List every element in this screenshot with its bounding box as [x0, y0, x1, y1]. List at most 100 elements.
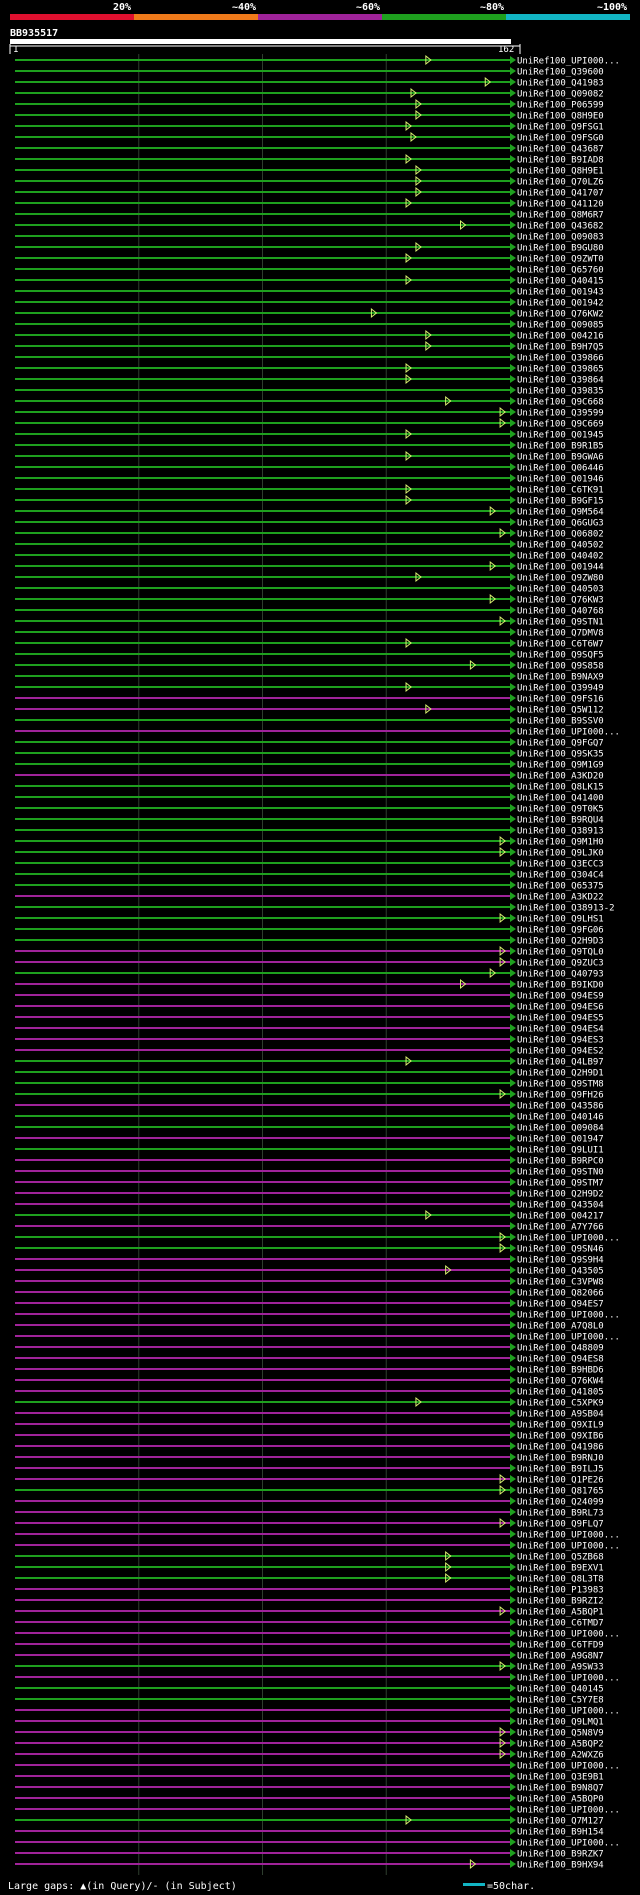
alignment-row[interactable]: UniRef100_Q9T0K5 [15, 804, 604, 815]
alignment-row[interactable]: UniRef100_Q94ES2 [15, 1046, 604, 1057]
alignment-row[interactable]: UniRef100_Q43505 [15, 1264, 604, 1277]
alignment-row[interactable]: UniRef100_Q41400 [15, 793, 604, 804]
alignment-row[interactable]: UniRef100_UPI000... [15, 54, 620, 67]
alignment-row[interactable]: UniRef100_Q9XIL9 [15, 1420, 604, 1431]
alignment-row[interactable]: UniRef100_Q9SK35 [15, 749, 604, 760]
alignment-row[interactable]: UniRef100_B9HX94 [15, 1858, 604, 1871]
alignment-row[interactable]: UniRef100_A3KD20 [15, 771, 604, 782]
alignment-row[interactable]: UniRef100_Q304C4 [15, 870, 604, 881]
alignment-row[interactable]: UniRef100_Q43586 [15, 1101, 604, 1112]
alignment-row[interactable]: UniRef100_C6TK91 [15, 483, 604, 496]
alignment-row[interactable]: UniRef100_B9GWA6 [15, 450, 604, 463]
alignment-row[interactable]: UniRef100_B9NAX9 [15, 672, 604, 683]
alignment-row[interactable]: UniRef100_Q9S858 [15, 659, 604, 672]
alignment-row[interactable]: UniRef100_Q9STM7 [15, 1178, 604, 1189]
alignment-row[interactable]: UniRef100_Q9M1G9 [15, 760, 604, 771]
alignment-row[interactable]: UniRef100_C3VPW8 [15, 1277, 604, 1288]
alignment-row[interactable]: UniRef100_Q9M564 [15, 505, 604, 518]
alignment-row[interactable]: UniRef100_Q39835 [15, 386, 604, 397]
alignment-row[interactable]: UniRef100_Q9TQL0 [15, 945, 604, 958]
alignment-row[interactable]: UniRef100_A5BQP1 [15, 1605, 604, 1618]
alignment-row[interactable]: UniRef100_Q9FLQ7 [15, 1517, 604, 1530]
alignment-row[interactable]: UniRef100_B9IAD8 [15, 153, 604, 166]
alignment-row[interactable]: UniRef100_Q2H9D3 [15, 936, 604, 947]
alignment-row[interactable]: UniRef100_Q40145 [15, 1684, 604, 1695]
alignment-row[interactable]: UniRef100_C6TFD9 [15, 1640, 604, 1651]
alignment-row[interactable]: UniRef100_UPI000... [15, 1629, 620, 1640]
alignment-row[interactable]: UniRef100_Q24099 [15, 1497, 604, 1508]
alignment-row[interactable]: UniRef100_Q9LMQ1 [15, 1717, 604, 1728]
alignment-row[interactable]: UniRef100_Q9C668 [15, 395, 604, 408]
alignment-row[interactable]: UniRef100_UPI000... [15, 1332, 620, 1343]
alignment-row[interactable]: UniRef100_UPI000... [15, 1673, 620, 1684]
alignment-row[interactable]: UniRef100_Q38913 [15, 826, 604, 837]
alignment-row[interactable]: UniRef100_Q5W112 [15, 703, 604, 716]
alignment-row[interactable]: UniRef100_B9ILJ5 [15, 1464, 604, 1475]
alignment-row[interactable]: UniRef100_B9IKD0 [15, 978, 604, 991]
alignment-row[interactable]: UniRef100_Q40502 [15, 540, 604, 551]
alignment-row[interactable]: UniRef100_Q65760 [15, 265, 604, 276]
alignment-row[interactable]: UniRef100_Q01947 [15, 1134, 604, 1145]
alignment-row[interactable]: UniRef100_Q8L3T8 [15, 1572, 604, 1585]
alignment-row[interactable]: UniRef100_UPI000... [15, 727, 620, 738]
alignment-row[interactable]: UniRef100_B9RPC0 [15, 1156, 604, 1167]
alignment-row[interactable]: UniRef100_Q3E9B1 [15, 1772, 604, 1783]
alignment-row[interactable]: UniRef100_Q41707 [15, 186, 604, 199]
alignment-row[interactable]: UniRef100_Q82066 [15, 1288, 604, 1299]
alignment-row[interactable]: UniRef100_Q01942 [15, 298, 604, 309]
alignment-row[interactable]: UniRef100_B9H7Q5 [15, 340, 604, 353]
alignment-row[interactable]: UniRef100_Q40146 [15, 1112, 604, 1123]
alignment-row[interactable]: UniRef100_Q9SQF5 [15, 650, 604, 661]
alignment-row[interactable]: UniRef100_Q06802 [15, 527, 604, 540]
alignment-row[interactable]: UniRef100_Q39865 [15, 362, 604, 375]
alignment-row[interactable]: UniRef100_Q40503 [15, 584, 604, 595]
alignment-row[interactable]: UniRef100_Q76KW3 [15, 593, 604, 606]
alignment-row[interactable]: UniRef100_Q6GUG3 [15, 518, 604, 529]
alignment-row[interactable]: UniRef100_Q9FSG1 [15, 120, 604, 133]
alignment-row[interactable]: UniRef100_Q9FG06 [15, 925, 604, 936]
alignment-row[interactable]: UniRef100_Q2H9D2 [15, 1189, 604, 1200]
alignment-row[interactable]: UniRef100_Q2H9D1 [15, 1068, 604, 1079]
alignment-row[interactable]: UniRef100_P06599 [15, 98, 604, 111]
alignment-row[interactable]: UniRef100_Q40768 [15, 606, 604, 617]
alignment-row[interactable]: UniRef100_C6T6W7 [15, 637, 604, 650]
alignment-row[interactable]: UniRef100_Q94ES9 [15, 991, 604, 1002]
alignment-row[interactable]: UniRef100_B9EXV1 [15, 1561, 604, 1574]
alignment-row[interactable]: UniRef100_Q09084 [15, 1123, 604, 1134]
alignment-row[interactable]: UniRef100_Q41986 [15, 1442, 604, 1453]
alignment-row[interactable]: UniRef100_Q7DMV8 [15, 628, 604, 639]
alignment-row[interactable]: UniRef100_Q41805 [15, 1387, 604, 1398]
alignment-row[interactable]: UniRef100_B9SSV0 [15, 716, 604, 727]
alignment-row[interactable]: UniRef100_Q9LHS1 [15, 912, 604, 925]
alignment-row[interactable]: UniRef100_Q04216 [15, 329, 604, 342]
alignment-row[interactable]: UniRef100_UPI000... [15, 1838, 620, 1849]
alignment-row[interactable]: UniRef100_UPI000... [15, 1310, 620, 1321]
alignment-row[interactable]: UniRef100_UPI000... [15, 1231, 620, 1244]
alignment-row[interactable]: UniRef100_Q40402 [15, 551, 604, 562]
alignment-row[interactable]: UniRef100_Q8M6R7 [15, 210, 604, 221]
alignment-row[interactable]: UniRef100_Q94ES7 [15, 1299, 604, 1310]
alignment-row[interactable]: UniRef100_Q76KW2 [15, 307, 604, 320]
alignment-row[interactable]: UniRef100_Q39864 [15, 373, 604, 386]
alignment-row[interactable]: UniRef100_B9N8Q7 [15, 1783, 604, 1794]
alignment-row[interactable]: UniRef100_A9SW33 [15, 1660, 604, 1673]
alignment-row[interactable]: UniRef100_Q9STN1 [15, 615, 604, 628]
alignment-row[interactable]: UniRef100_Q9FGQ7 [15, 738, 604, 749]
alignment-row[interactable]: UniRef100_Q9LUI1 [15, 1145, 604, 1156]
alignment-row[interactable]: UniRef100_A5BQP2 [15, 1737, 604, 1750]
alignment-row[interactable]: UniRef100_Q09082 [15, 87, 604, 100]
alignment-row[interactable]: UniRef100_Q01943 [15, 287, 604, 298]
alignment-row[interactable]: UniRef100_Q8H9E0 [15, 109, 604, 122]
alignment-row[interactable]: UniRef100_C5XPK9 [15, 1396, 604, 1409]
alignment-row[interactable]: UniRef100_Q48809 [15, 1343, 604, 1354]
alignment-row[interactable]: UniRef100_Q9STN0 [15, 1167, 604, 1178]
alignment-row[interactable]: UniRef100_Q9ZUC3 [15, 956, 604, 969]
alignment-row[interactable]: UniRef100_Q04217 [15, 1209, 604, 1222]
alignment-row[interactable]: UniRef100_Q70LZ6 [15, 175, 604, 188]
alignment-row[interactable]: UniRef100_Q01946 [15, 474, 604, 485]
alignment-row[interactable]: UniRef100_Q38913-2 [15, 903, 615, 914]
alignment-row[interactable]: UniRef100_Q9SN46 [15, 1242, 604, 1255]
alignment-row[interactable]: UniRef100_Q39600 [15, 67, 604, 78]
alignment-row[interactable]: UniRef100_B9RL73 [15, 1508, 604, 1519]
alignment-row[interactable]: UniRef100_Q41983 [15, 76, 604, 89]
